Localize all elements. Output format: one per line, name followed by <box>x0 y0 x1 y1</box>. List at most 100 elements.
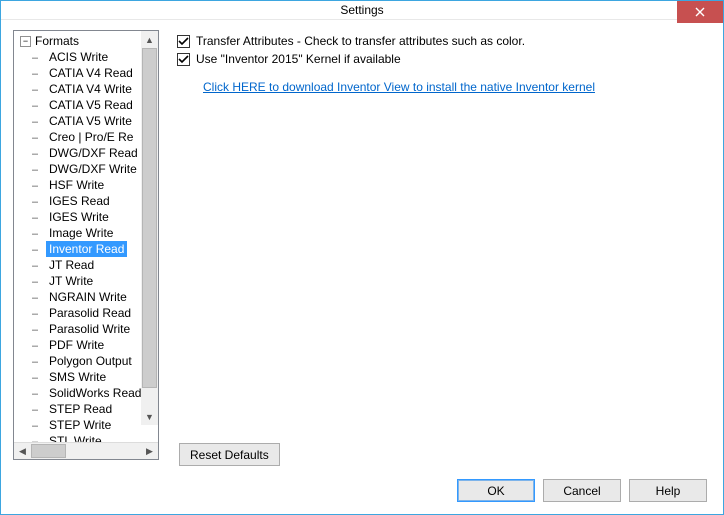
tree-item[interactable]: …SMS Write <box>32 369 158 385</box>
tree-connector-icon: … <box>32 65 46 81</box>
tree-item[interactable]: …JT Read <box>32 257 158 273</box>
collapse-icon[interactable]: − <box>20 36 31 47</box>
tree-connector-icon: … <box>32 193 46 209</box>
tree-item-label: Inventor Read <box>46 241 127 257</box>
tree-item[interactable]: …CATIA V5 Write <box>32 113 158 129</box>
tree-item-label: CATIA V4 Write <box>46 81 135 97</box>
scroll-up-button[interactable]: ▲ <box>141 31 158 48</box>
tree-connector-icon: … <box>32 225 46 241</box>
close-icon <box>695 7 705 17</box>
tree-item[interactable]: …CATIA V4 Read <box>32 65 158 81</box>
tree-item[interactable]: …Inventor Read <box>32 241 158 257</box>
tree-item[interactable]: …STEP Read <box>32 401 158 417</box>
tree-item[interactable]: …Parasolid Read <box>32 305 158 321</box>
tree-item-label: Polygon Output <box>46 353 135 369</box>
use-kernel-checkbox[interactable] <box>177 53 190 66</box>
tree-item-label: IGES Write <box>46 209 112 225</box>
transfer-attributes-label: Transfer Attributes - Check to transfer … <box>196 34 525 48</box>
tree-item-label: JT Write <box>46 273 96 289</box>
scroll-track-vertical[interactable] <box>141 48 158 408</box>
option-use-kernel[interactable]: Use "Inventor 2015" Kernel if available <box>177 52 711 66</box>
tree-item-label: NGRAIN Write <box>46 289 130 305</box>
tree-item[interactable]: …Creo | Pro/E Re <box>32 129 158 145</box>
tree-item[interactable]: …Parasolid Write <box>32 321 158 337</box>
tree-connector-icon: … <box>32 113 46 129</box>
formats-tree[interactable]: − Formats …ACIS Write…CATIA V4 Read…CATI… <box>13 30 159 460</box>
tree-item[interactable]: …Image Write <box>32 225 158 241</box>
check-icon <box>178 54 189 65</box>
tree-item-label: PDF Write <box>46 337 107 353</box>
tree-connector-icon: … <box>32 241 46 257</box>
tree-item[interactable]: …IGES Read <box>32 193 158 209</box>
tree-item-label: IGES Read <box>46 193 113 209</box>
tree-connector-icon: … <box>32 177 46 193</box>
tree-item[interactable]: …Polygon Output <box>32 353 158 369</box>
tree-connector-icon: … <box>32 257 46 273</box>
tree-item-label: SMS Write <box>46 369 109 385</box>
tree-connector-icon: … <box>32 417 46 433</box>
tree-item[interactable]: …DWG/DXF Read <box>32 145 158 161</box>
tree-item-label: CATIA V5 Read <box>46 97 136 113</box>
tree-root-formats[interactable]: − Formats <box>18 33 158 49</box>
tree-item-label: STEP Read <box>46 401 115 417</box>
titlebar: Settings <box>1 1 723 20</box>
cancel-button[interactable]: Cancel <box>543 479 621 502</box>
chevron-right-icon: ▶ <box>146 446 153 457</box>
scroll-thumb-horizontal[interactable] <box>31 444 66 458</box>
tree-connector-icon: … <box>32 321 46 337</box>
scroll-track-horizontal[interactable] <box>31 443 141 459</box>
tree-item[interactable]: …HSF Write <box>32 177 158 193</box>
tree-item-label: HSF Write <box>46 177 107 193</box>
option-transfer-attributes[interactable]: Transfer Attributes - Check to transfer … <box>177 34 711 48</box>
tree-item[interactable]: …NGRAIN Write <box>32 289 158 305</box>
tree-item-label: SolidWorks Read <box>46 385 144 401</box>
tree-connector-icon: … <box>32 401 46 417</box>
tree-item[interactable]: …CATIA V5 Read <box>32 97 158 113</box>
tree-connector-icon: … <box>32 49 46 65</box>
tree-connector-icon: … <box>32 81 46 97</box>
tree-connector-icon: … <box>32 289 46 305</box>
scroll-thumb-vertical[interactable] <box>142 48 157 388</box>
tree-connector-icon: … <box>32 209 46 225</box>
tree-item[interactable]: …SolidWorks Read <box>32 385 158 401</box>
tree-connector-icon: … <box>32 129 46 145</box>
download-inventor-link[interactable]: Click HERE to download Inventor View to … <box>203 80 595 94</box>
scroll-right-button[interactable]: ▶ <box>141 443 158 459</box>
tree-item-label: CATIA V5 Write <box>46 113 135 129</box>
help-button[interactable]: Help <box>629 479 707 502</box>
tree-item[interactable]: …JT Write <box>32 273 158 289</box>
tree-connector-icon: … <box>32 273 46 289</box>
chevron-left-icon: ◀ <box>19 446 26 457</box>
tree-connector-icon: … <box>32 97 46 113</box>
tree-item-label: DWG/DXF Write <box>46 161 140 177</box>
tree-item-label: Creo | Pro/E Re <box>46 129 136 145</box>
tree-connector-icon: … <box>32 353 46 369</box>
tree-item-label: CATIA V4 Read <box>46 65 136 81</box>
tree-item[interactable]: …PDF Write <box>32 337 158 353</box>
tree-item-label: Parasolid Write <box>46 321 133 337</box>
dialog-body: − Formats …ACIS Write…CATIA V4 Read…CATI… <box>1 20 723 514</box>
scroll-down-button[interactable]: ▼ <box>141 408 158 425</box>
tree-item[interactable]: …ACIS Write <box>32 49 158 65</box>
tree-item[interactable]: …STEP Write <box>32 417 158 433</box>
tree-item-label: Image Write <box>46 225 116 241</box>
ok-button[interactable]: OK <box>457 479 535 502</box>
tree-vertical-scrollbar[interactable]: ▲ ▼ <box>141 31 158 425</box>
tree-item[interactable]: …STL Write <box>32 433 158 442</box>
scroll-left-button[interactable]: ◀ <box>14 443 31 459</box>
options-panel: Transfer Attributes - Check to transfer … <box>177 30 711 460</box>
check-icon <box>178 36 189 47</box>
transfer-attributes-checkbox[interactable] <box>177 35 190 48</box>
tree-horizontal-scrollbar[interactable]: ◀ ▶ <box>14 442 158 459</box>
tree-item-label: STL Write <box>46 433 105 442</box>
use-kernel-label: Use "Inventor 2015" Kernel if available <box>196 52 401 66</box>
tree-item[interactable]: …DWG/DXF Write <box>32 161 158 177</box>
tree-item-label: ACIS Write <box>46 49 111 65</box>
tree-connector-icon: … <box>32 161 46 177</box>
tree-item[interactable]: …IGES Write <box>32 209 158 225</box>
tree-connector-icon: … <box>32 369 46 385</box>
tree-item[interactable]: …CATIA V4 Write <box>32 81 158 97</box>
tree-item-label: STEP Write <box>46 417 114 433</box>
dialog-footer: OK Cancel Help <box>457 479 707 502</box>
reset-defaults-button[interactable]: Reset Defaults <box>179 443 280 466</box>
